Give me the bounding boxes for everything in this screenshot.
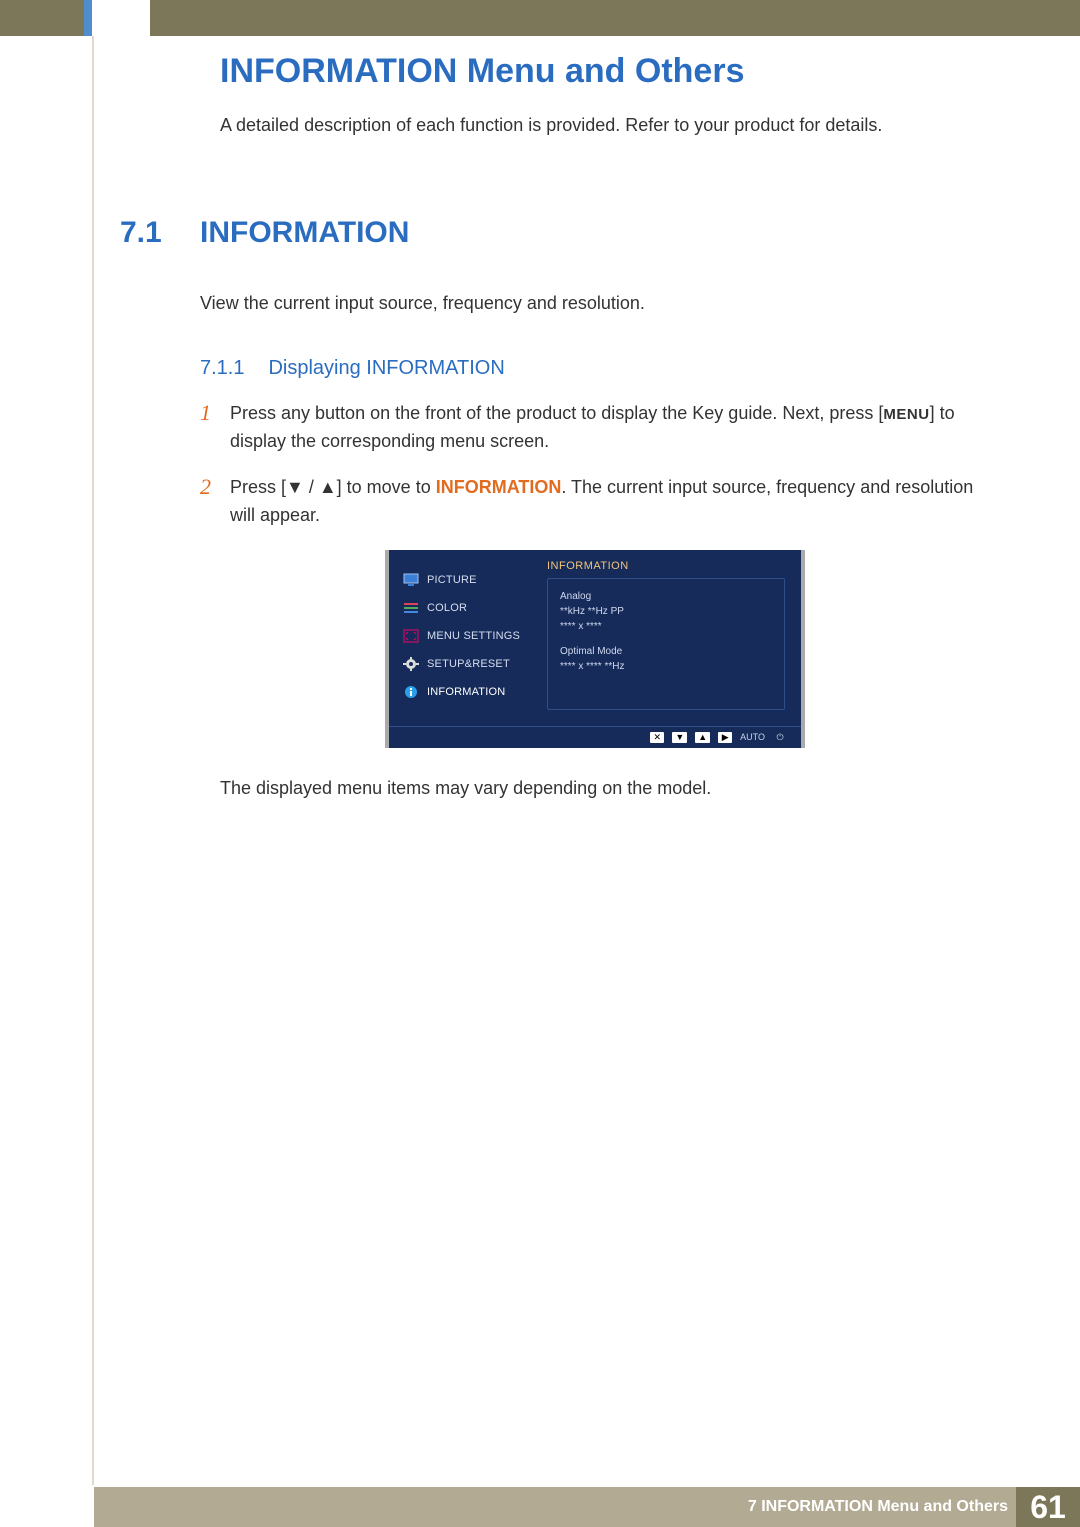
section-title: INFORMATION — [200, 216, 409, 250]
osd-main: PICTURE COLOR MENU SETTINGS SETUP&RESET … — [389, 550, 801, 726]
osd-line-1: Analog — [560, 589, 772, 604]
osd-item-label: MENU SETTINGS — [427, 630, 520, 642]
gap — [560, 634, 772, 644]
osd-key-close: ✕ — [650, 732, 664, 743]
step-number: 1 — [200, 400, 230, 456]
osd-item-label: PICTURE — [427, 574, 477, 586]
info-icon — [403, 685, 419, 699]
osd-line-5: **** x **** **Hz — [560, 659, 772, 674]
footer-page-number: 61 — [1016, 1487, 1080, 1527]
resize-icon — [403, 629, 419, 643]
subsection-title: Displaying INFORMATION — [268, 357, 504, 379]
header-tab — [92, 0, 150, 36]
arrow-keys: ▼ / ▲ — [286, 477, 337, 497]
osd-item-color: COLOR — [401, 594, 529, 622]
osd-line-3: **** x **** — [560, 619, 772, 634]
osd-key-power: ⏻ — [773, 732, 787, 743]
osd-line-4: Optimal Mode — [560, 644, 772, 659]
step-1: 1 Press any button on the front of the p… — [200, 400, 980, 456]
osd-item-menu-settings: MENU SETTINGS — [401, 622, 529, 650]
osd-item-label: COLOR — [427, 602, 467, 614]
osd-sidebar: PICTURE COLOR MENU SETTINGS SETUP&RESET … — [389, 550, 539, 726]
osd-right-title: INFORMATION — [547, 560, 785, 572]
osd-info-box: Analog **kHz **Hz PP **** x **** Optimal… — [547, 578, 785, 710]
page-title: INFORMATION Menu and Others — [220, 52, 1080, 91]
information-word: INFORMATION — [436, 477, 562, 497]
osd-key-up: ▲ — [695, 732, 710, 743]
step-text-mid: ] to move to — [337, 477, 436, 497]
osd-item-label: INFORMATION — [427, 686, 505, 698]
footer-chapter-num: 7 — [748, 1498, 757, 1515]
page-subtitle: A detailed description of each function … — [220, 115, 1080, 136]
section-number: 7.1 — [120, 216, 200, 250]
osd-item-setup-reset: SETUP&RESET — [401, 650, 529, 678]
step-text-pre: Press [ — [230, 477, 286, 497]
step-text: Press [▼ / ▲] to move to INFORMATION. Th… — [230, 474, 980, 530]
osd-item-picture: PICTURE — [401, 566, 529, 594]
menu-label: MENU — [883, 406, 929, 423]
header-band — [0, 0, 1080, 36]
step-text: Press any button on the front of the pro… — [230, 400, 980, 456]
note: The displayed menu items may vary depend… — [220, 778, 980, 799]
steps: 1 Press any button on the front of the p… — [200, 400, 980, 530]
step-2: 2 Press [▼ / ▲] to move to INFORMATION. … — [200, 474, 980, 530]
step-number: 2 — [200, 474, 230, 530]
monitor-icon — [403, 573, 419, 587]
section-body: View the current input source, frequency… — [200, 290, 980, 317]
content: INFORMATION Menu and Others A detailed d… — [0, 40, 1080, 799]
sliders-icon — [403, 601, 419, 615]
osd-bottom-bar: ✕ ▼ ▲ ▶ AUTO ⏻ — [389, 726, 801, 748]
osd-line-2: **kHz **Hz PP — [560, 604, 772, 619]
osd-key-down: ▼ — [672, 732, 687, 743]
gear-icon — [403, 657, 419, 671]
osd-menu: PICTURE COLOR MENU SETTINGS SETUP&RESET … — [385, 550, 805, 748]
osd-key-right: ▶ — [718, 732, 732, 743]
osd-item-information: INFORMATION — [401, 678, 529, 706]
footer-chapter-label: INFORMATION Menu and Others — [761, 1498, 1008, 1515]
osd-key-auto: AUTO — [740, 732, 765, 743]
footer-band: 7 INFORMATION Menu and Others 61 — [94, 1487, 1080, 1527]
header-tab-side — [84, 0, 92, 36]
subsection-number: 7.1.1 — [200, 357, 264, 380]
footer-label: 7 INFORMATION Menu and Others — [748, 1498, 1008, 1516]
osd-right: INFORMATION Analog **kHz **Hz PP **** x … — [539, 550, 801, 726]
section-head: 7.1 INFORMATION — [120, 216, 1080, 250]
step-text-pre: Press any button on the front of the pro… — [230, 403, 883, 423]
osd-item-label: SETUP&RESET — [427, 658, 510, 670]
subsection-head: 7.1.1 Displaying INFORMATION — [200, 357, 1080, 380]
